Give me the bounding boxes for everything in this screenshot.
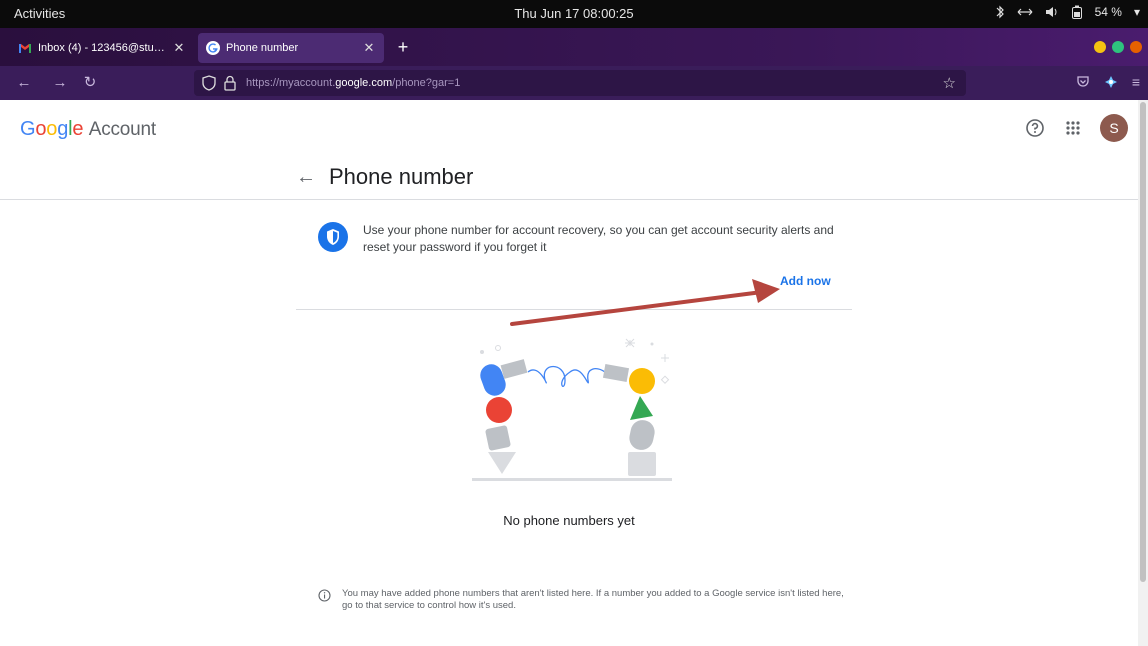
- system-tray[interactable]: 54 % ▾: [995, 5, 1140, 19]
- footnote-text: You may have added phone numbers that ar…: [342, 588, 844, 611]
- window-controls[interactable]: [1094, 41, 1142, 53]
- scrollbar[interactable]: [1138, 100, 1148, 646]
- battery-percent: 54 %: [1094, 5, 1122, 19]
- tab-strip: Inbox (4) - 123456@student.e ✕ Phone num…: [0, 28, 1148, 66]
- close-window-button[interactable]: [1130, 41, 1142, 53]
- pocket-icon[interactable]: [1076, 75, 1090, 89]
- menu-icon[interactable]: ≡: [1132, 74, 1140, 90]
- url-bar[interactable]: https://myaccount.google.com/phone?gar=1…: [194, 70, 966, 96]
- back-arrow-icon[interactable]: ←: [296, 166, 316, 189]
- tab-title: Inbox (4) - 123456@student.e: [38, 42, 166, 54]
- page-title-bar: ← Phone number: [0, 156, 1138, 200]
- info-text: Use your phone number for account recove…: [363, 223, 834, 254]
- chevron-down-icon: ▾: [1133, 5, 1140, 19]
- info-icon: [318, 589, 331, 602]
- divider: [296, 309, 852, 310]
- reload-icon[interactable]: ↻: [80, 73, 100, 93]
- url-text: https://myaccount.google.com/phone?gar=1: [246, 77, 461, 89]
- system-top-bar: Activities Thu Jun 17 08:00:25 54 % ▾: [0, 0, 1148, 28]
- close-icon[interactable]: ✕: [362, 40, 376, 56]
- battery-icon: [1071, 5, 1083, 19]
- empty-state-text: No phone numbers yet: [503, 513, 635, 528]
- forward-icon[interactable]: →: [50, 73, 70, 93]
- bookmark-star-icon[interactable]: ☆: [943, 74, 956, 92]
- phone-illustration: [472, 338, 672, 481]
- avatar[interactable]: S: [1100, 114, 1128, 142]
- google-account-header: Google Account S: [0, 100, 1138, 156]
- google-account-logo[interactable]: Google Account: [20, 118, 156, 141]
- gmail-icon: [19, 44, 31, 53]
- navigation-bar: ← → ↻ https://myaccount.google.com/phone…: [0, 66, 1148, 100]
- page-content: Google Account S ← Phone number Use your…: [0, 100, 1148, 646]
- shield-icon: [318, 222, 348, 252]
- clock[interactable]: Thu Jun 17 08:00:25: [0, 6, 1148, 21]
- lock-icon[interactable]: [224, 75, 236, 91]
- network-icon: [1017, 6, 1033, 18]
- apps-grid-icon[interactable]: [1061, 116, 1085, 140]
- new-tab-button[interactable]: +: [393, 38, 413, 58]
- extension-icon[interactable]: [1104, 75, 1118, 89]
- tab-inbox[interactable]: Inbox (4) - 123456@student.e ✕: [10, 33, 194, 63]
- maximize-button[interactable]: [1112, 41, 1124, 53]
- page-title: Phone number: [329, 164, 474, 189]
- volume-icon: [1045, 6, 1059, 18]
- minimize-button[interactable]: [1094, 41, 1106, 53]
- help-icon[interactable]: [1023, 116, 1047, 140]
- scrollbar-thumb[interactable]: [1140, 102, 1146, 582]
- tab-phone-number[interactable]: Phone number ✕: [198, 33, 384, 63]
- google-icon: [206, 41, 220, 55]
- tracking-shield-icon[interactable]: [202, 75, 216, 91]
- back-icon[interactable]: ←: [14, 73, 34, 93]
- close-icon[interactable]: ✕: [172, 40, 186, 56]
- bluetooth-icon: [995, 5, 1005, 19]
- add-now-link[interactable]: Add now: [780, 274, 831, 288]
- tab-title: Phone number: [226, 42, 299, 54]
